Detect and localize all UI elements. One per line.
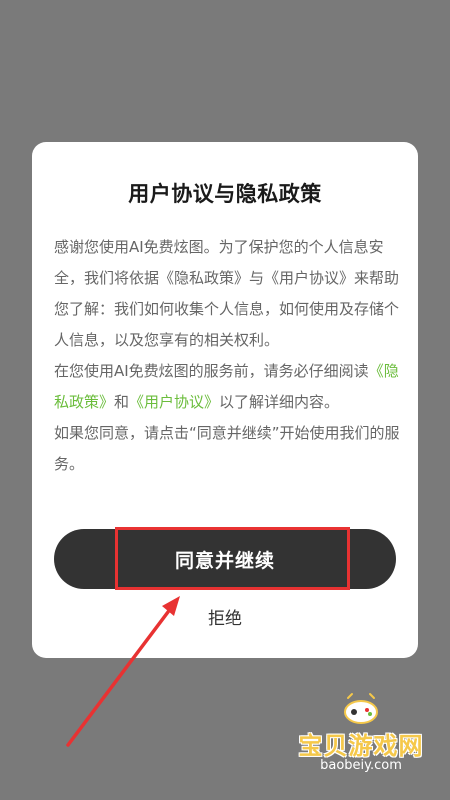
- read-policy-paragraph: 在您使用AI免费炫图的服务前，请务必仔细阅读《隐私政策》和《用户协议》以了解详细…: [54, 356, 400, 418]
- highlight-box: [115, 527, 350, 590]
- user-agreement-link[interactable]: 《用户协议》: [129, 393, 219, 411]
- read-policy-prefix: 在您使用AI免费炫图的服务前，请务必仔细阅读: [54, 362, 369, 380]
- reject-button[interactable]: 拒绝: [32, 604, 418, 629]
- dialog-title: 用户协议与隐私政策: [128, 182, 322, 206]
- watermark-title: 宝贝游戏网: [298, 732, 424, 760]
- watermark-url: baobeiy.com: [320, 758, 402, 773]
- dialog-body: 感谢您使用AI免费炫图。为了保护您的个人信息安全，我们将依据《隐私政策》与《用户…: [54, 232, 400, 480]
- and-text: 和: [114, 393, 130, 411]
- consent-paragraph: 如果您同意，请点击“同意并继续”开始使用我们的服务。: [54, 424, 400, 473]
- read-policy-suffix: 以了解详细内容。: [219, 393, 340, 411]
- gamepad-icon: [344, 693, 378, 724]
- intro-paragraph: 感谢您使用AI免费炫图。为了保护您的个人信息安全，我们将依据《隐私政策》与《用户…: [54, 238, 400, 349]
- watermark: 宝贝游戏网 baobeiy.com: [286, 692, 436, 782]
